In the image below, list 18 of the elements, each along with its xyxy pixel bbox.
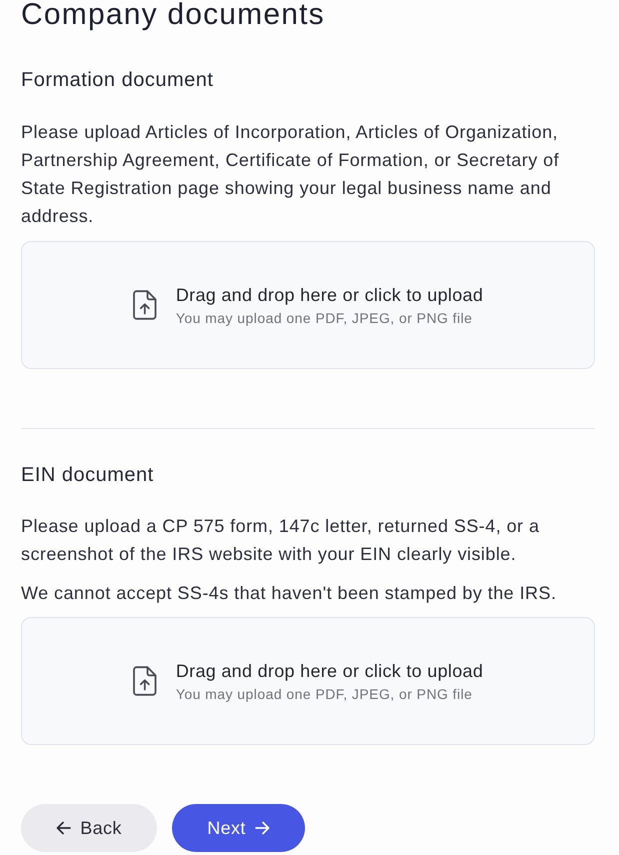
arrow-left-icon: [56, 821, 72, 835]
upload-dropzone[interactable]: Drag and drop here or click to upload You may upload one PDF, JPEG, or PNG file: [21, 617, 595, 745]
back-button[interactable]: Back: [21, 804, 157, 852]
instruction-text: We cannot accept SS-4s that haven't been stamped by the IRS.: [21, 582, 558, 605]
instruction-text: Please upload a CP 575 form, 147c letter, returned SS-4, or a screenshot of the IRS website with your EIN clearly visible.: [21, 515, 540, 566]
upload-hint: You may upload one PDF, JPEG, or PNG file: [176, 684, 474, 702]
next-button[interactable]: Next: [172, 804, 305, 852]
file-upload-icon: [132, 290, 157, 320]
upload-prompt: Drag and drop here or click to upload: [176, 660, 484, 682]
section-heading: Formation document: [21, 68, 214, 92]
upload-hint: You may upload one PDF, JPEG, or PNG file: [176, 308, 474, 326]
upload-prompt: Drag and drop here or click to upload: [176, 284, 484, 306]
file-upload-icon: [132, 666, 157, 696]
instruction-text: Please upload Articles of Incorporation, Articles of Organization, Partnership Agreement, Certificate of Formation, or Secretary of State Registration page showing your legal business name and address.: [21, 121, 560, 228]
upload-dropzone[interactable]: Drag and drop here or click to upload You may upload one PDF, JPEG, or PNG file: [21, 241, 595, 369]
arrow-right-icon: [254, 821, 270, 835]
section-heading: EIN document: [21, 463, 155, 487]
page-title: Company documents: [21, 0, 325, 29]
